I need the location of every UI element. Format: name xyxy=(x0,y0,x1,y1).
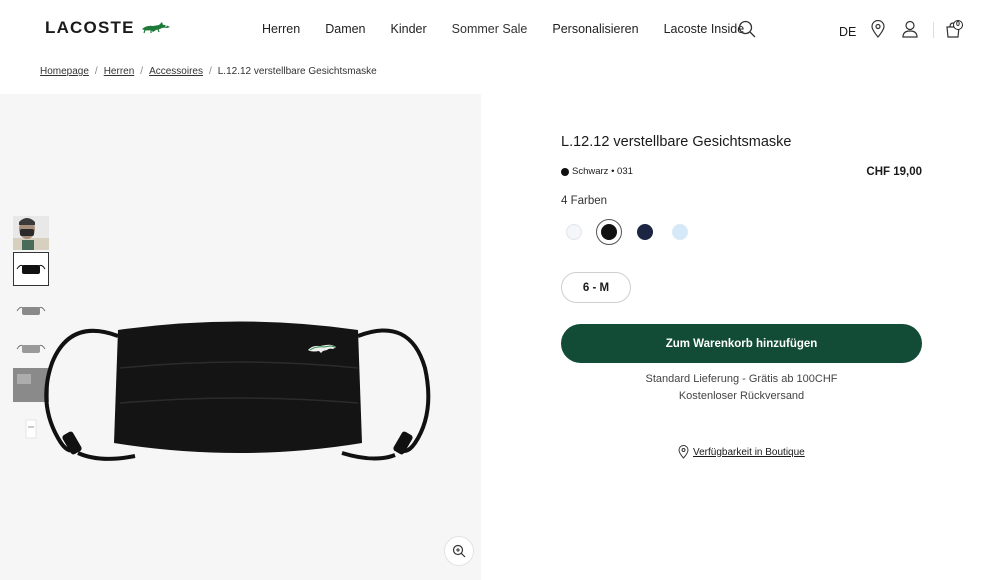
breadcrumb-homepage[interactable]: Homepage xyxy=(40,66,89,77)
search-icon[interactable] xyxy=(738,20,756,43)
selected-color-info: Schwarz • 031 xyxy=(561,166,633,177)
nav-personalisieren[interactable]: Personalisieren xyxy=(552,22,638,36)
color-dot xyxy=(561,167,569,176)
breadcrumb-current: L.12.12 verstellbare Gesichtsmaske xyxy=(217,66,377,77)
zoom-in-icon xyxy=(452,544,466,558)
swatch-navy[interactable] xyxy=(634,221,656,243)
product-main-image xyxy=(44,321,431,461)
boutique-availability-link[interactable]: Verfügbarkeit in Boutique xyxy=(678,445,805,459)
breadcrumb-separator: / xyxy=(94,66,98,77)
nav-damen[interactable]: Damen xyxy=(325,22,365,36)
swatch-light-blue[interactable] xyxy=(669,221,691,243)
swatch-black[interactable] xyxy=(596,219,622,245)
delivery-returns: Kostenloser Rückversand xyxy=(678,390,805,402)
location-pin-icon xyxy=(678,445,689,459)
nav-lacoste-inside[interactable]: Lacoste Inside xyxy=(664,22,745,36)
delivery-info: Standard Lieferung - Grätis ab 100CHF Ko… xyxy=(561,371,922,405)
zoom-button[interactable] xyxy=(444,536,474,566)
main-nav: Herren Damen Kinder Sommer Sale Personal… xyxy=(262,22,769,36)
breadcrumb-accessoires[interactable]: Accessoires xyxy=(149,66,203,77)
thumbnail-model[interactable] xyxy=(13,216,49,250)
boutique-link-label: Verfügbarkeit in Boutique xyxy=(693,446,805,458)
breadcrumb-separator: / xyxy=(208,66,212,77)
crocodile-logo-icon xyxy=(141,22,170,34)
breadcrumb-separator: / xyxy=(140,66,144,77)
nav-kinder[interactable]: Kinder xyxy=(391,22,427,36)
breadcrumb: Homepage / Herren / Accessoires / L.12.1… xyxy=(40,66,377,77)
product-gallery xyxy=(0,94,481,580)
site-header: LACOSTE Herren Damen Kinder Sommer Sale … xyxy=(0,0,1000,60)
nav-sommer-sale[interactable]: Sommer Sale xyxy=(452,22,528,36)
product-price: CHF 19,00 xyxy=(866,166,922,178)
add-to-cart-button[interactable]: Zum Warenkorb hinzufügen xyxy=(561,324,922,363)
thumbnail-black-mask[interactable] xyxy=(13,252,49,286)
location-pin-icon[interactable] xyxy=(871,19,885,43)
lacoste-logo[interactable]: LACOSTE xyxy=(45,18,171,38)
language-selector[interactable]: DE xyxy=(839,25,856,39)
brand-name: LACOSTE xyxy=(45,18,135,37)
breadcrumb-herren[interactable]: Herren xyxy=(104,66,135,77)
size-option[interactable]: 6 - M xyxy=(561,272,631,303)
colors-count: 4 Farben xyxy=(561,195,608,207)
nav-herren[interactable]: Herren xyxy=(262,22,300,36)
swatch-white[interactable] xyxy=(563,221,585,243)
delivery-standard: Standard Lieferung - Grätis ab 100CHF xyxy=(645,373,838,385)
color-name: Schwarz • 031 xyxy=(572,166,633,177)
user-icon[interactable] xyxy=(902,20,918,43)
cart-count-badge: 0 xyxy=(953,20,963,30)
header-divider xyxy=(933,22,934,38)
product-title: L.12.12 verstellbare Gesichtsmaske xyxy=(561,134,792,150)
